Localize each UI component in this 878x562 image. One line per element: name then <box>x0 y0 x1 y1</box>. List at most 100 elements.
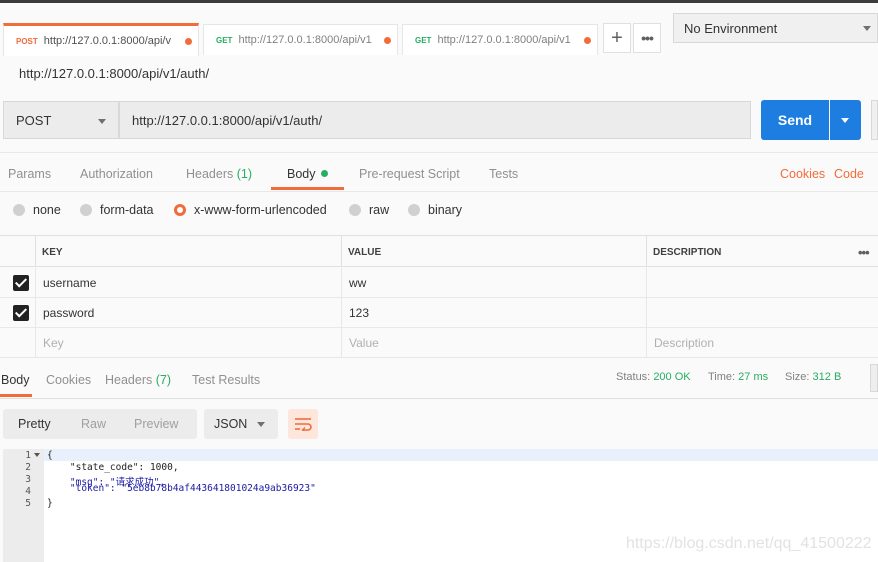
new-key-input[interactable]: Key <box>35 328 341 358</box>
request-tab-2[interactable]: GET http://127.0.0.1:8000/api/v1 <box>203 24 398 55</box>
line-number: 3 <box>25 474 31 485</box>
tab-authorization[interactable]: Authorization <box>80 167 153 181</box>
wrap-lines-icon <box>295 418 312 431</box>
size-label: Size: <box>785 371 810 383</box>
time-label: Time: <box>708 371 736 383</box>
request-tab-1[interactable]: POST http://127.0.0.1:8000/api/v <box>3 23 199 56</box>
line-number: 2 <box>25 462 31 473</box>
row-key[interactable]: username <box>35 268 341 298</box>
tab-headers-label: Headers <box>186 167 234 181</box>
tab-method: POST <box>16 36 38 46</box>
request-tab-3[interactable]: GET http://127.0.0.1:8000/api/v1 <box>402 24 598 55</box>
column-description: DESCRIPTION <box>646 236 878 266</box>
tab-url: http://127.0.0.1:8000/api/v <box>43 35 171 47</box>
response-tab-test-results[interactable]: Test Results <box>192 373 260 387</box>
table-row-new: Key Value Description <box>0 328 878 358</box>
chevron-down-icon <box>863 26 871 31</box>
new-tab-button[interactable]: + <box>603 23 631 53</box>
view-mode-group: Pretty Raw Preview <box>3 409 197 439</box>
row-description[interactable] <box>646 268 878 298</box>
tab-prerequest-script[interactable]: Pre-request Script <box>359 167 460 181</box>
chevron-down-icon <box>257 422 265 427</box>
tab-body-label: Body <box>287 167 316 181</box>
environment-label: No Environment <box>684 20 778 36</box>
new-description-input[interactable]: Description <box>646 328 878 358</box>
environment-select[interactable]: No Environment <box>673 13 878 43</box>
radio-form-data[interactable]: form-data <box>80 203 154 217</box>
tab-method: GET <box>415 35 432 45</box>
request-title: http://127.0.0.1:8000/api/v1/auth/ <box>19 66 210 81</box>
table-row: username ww <box>0 268 878 298</box>
params-table: KEY VALUE DESCRIPTION ••• username ww pa… <box>0 235 878 358</box>
radio-circle-icon <box>408 204 420 216</box>
tab-url: http://127.0.0.1:8000/api/v1 <box>437 34 571 46</box>
response-tab-cookies[interactable]: Cookies <box>46 373 91 387</box>
tab-method: GET <box>216 35 233 45</box>
radio-label: form-data <box>100 203 154 217</box>
radio-circle-icon <box>13 204 25 216</box>
url-input[interactable]: http://127.0.0.1:8000/api/v1/auth/ <box>119 101 751 139</box>
chevron-down-icon <box>98 119 106 124</box>
tab-params[interactable]: Params <box>8 167 51 181</box>
active-tab-indicator <box>271 187 344 190</box>
chevron-down-icon <box>841 118 849 123</box>
radio-urlencoded[interactable]: x-www-form-urlencoded <box>174 203 327 217</box>
row-description[interactable] <box>646 298 878 328</box>
radio-none[interactable]: none <box>13 203 61 217</box>
more-tabs-button[interactable]: ••• <box>633 23 661 53</box>
cookies-link[interactable]: Cookies <box>780 167 825 181</box>
row-checkbox[interactable] <box>13 275 29 291</box>
line-number: 4 <box>25 486 31 497</box>
radio-label: none <box>33 203 61 217</box>
column-key: KEY <box>35 236 341 266</box>
wrap-lines-button[interactable] <box>288 409 318 439</box>
active-response-tab-indicator <box>0 394 32 397</box>
line-number: 5 <box>25 498 31 509</box>
status-label: Status: <box>616 371 651 383</box>
code-line: "state_code": 1000, <box>47 462 179 473</box>
tab-tests[interactable]: Tests <box>489 167 518 181</box>
size-readout: Size: 312 B <box>785 371 841 383</box>
active-dot-icon <box>320 170 328 177</box>
active-line-highlight <box>44 449 878 461</box>
status-readout: Status: 200 OK <box>616 371 691 383</box>
unsaved-dot-icon <box>384 37 391 44</box>
view-pretty-button[interactable]: Pretty <box>18 417 51 431</box>
time-value: 27 ms <box>738 371 769 383</box>
radio-circle-icon <box>349 204 361 216</box>
request-tabs-bar: POST http://127.0.0.1:8000/api/v GET htt… <box>0 3 878 57</box>
send-options-button[interactable] <box>830 100 861 140</box>
radio-selected-icon <box>174 204 186 216</box>
headers-count: (1) <box>236 167 253 181</box>
format-select[interactable]: JSON <box>204 409 278 439</box>
response-tab-body[interactable]: Body <box>1 373 30 387</box>
row-value[interactable]: 123 <box>341 298 646 328</box>
format-label: JSON <box>214 417 248 431</box>
row-checkbox[interactable] <box>13 305 29 321</box>
response-tabs: Body Cookies Headers (7) Test Results St… <box>0 362 878 399</box>
new-value-input[interactable]: Value <box>341 328 646 358</box>
tab-headers[interactable]: Headers (1) <box>186 167 252 181</box>
save-button[interactable] <box>871 100 878 140</box>
send-button[interactable]: Send <box>761 100 829 140</box>
radio-binary[interactable]: binary <box>408 203 462 217</box>
time-readout: Time: 27 ms <box>708 371 768 383</box>
fold-arrow-icon[interactable] <box>34 453 40 457</box>
radio-raw[interactable]: raw <box>349 203 389 217</box>
save-response-button[interactable] <box>870 364 878 392</box>
method-label: POST <box>16 112 52 128</box>
code-line: "token": "5eb8b78b4af443641801024a9ab369… <box>47 483 316 494</box>
view-raw-button[interactable]: Raw <box>81 417 106 431</box>
unsaved-dot-icon <box>584 37 591 44</box>
table-options-icon[interactable]: ••• <box>858 245 870 260</box>
row-value[interactable]: ww <box>341 268 646 298</box>
method-select[interactable]: POST <box>3 101 119 139</box>
request-section-tabs: Params Authorization Headers (1) Body Pr… <box>0 152 878 192</box>
line-number: 1 <box>25 450 31 461</box>
tab-body[interactable]: Body <box>287 167 328 181</box>
row-key[interactable]: password <box>35 298 341 328</box>
tab-url: http://127.0.0.1:8000/api/v1 <box>238 34 372 46</box>
code-link[interactable]: Code <box>834 167 864 181</box>
response-tab-headers[interactable]: Headers (7) <box>105 373 171 387</box>
view-preview-button[interactable]: Preview <box>134 417 178 431</box>
